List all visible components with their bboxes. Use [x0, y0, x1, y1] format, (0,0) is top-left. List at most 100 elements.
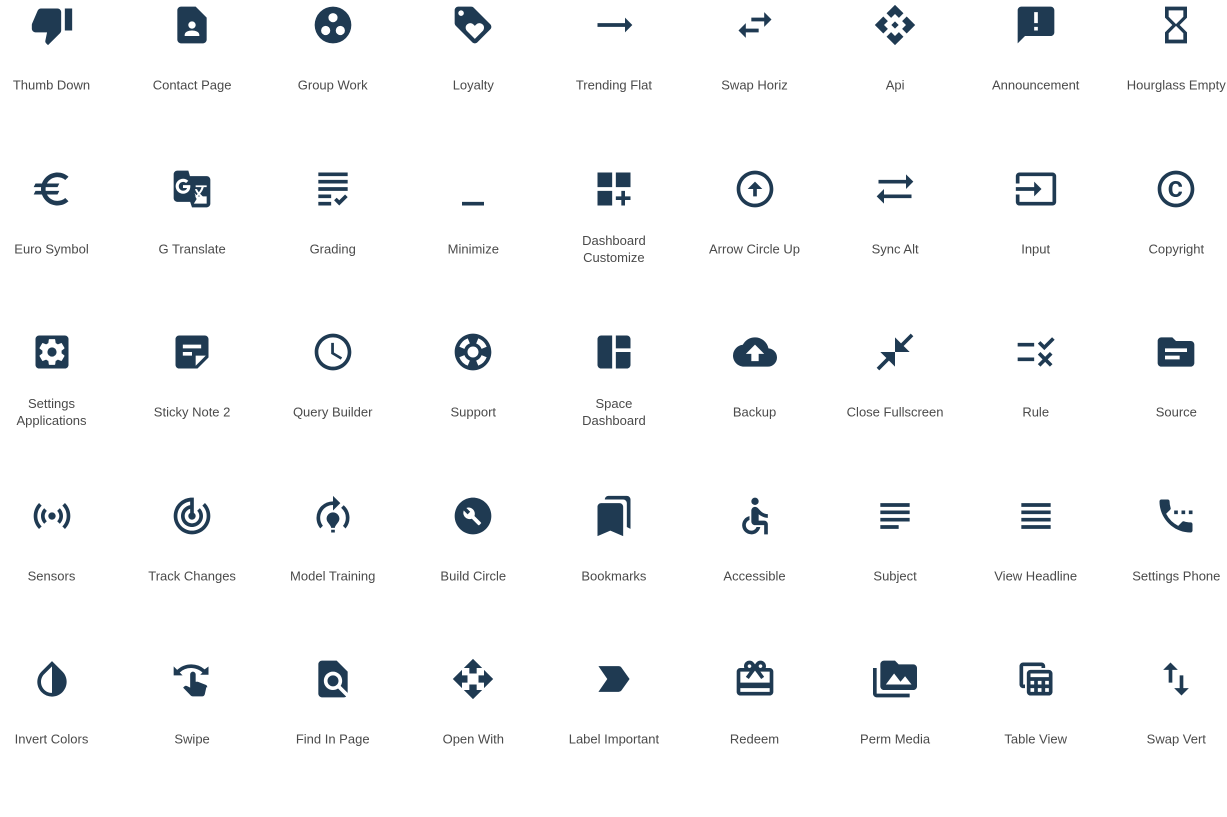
- icon-tile-copyright[interactable]: Copyright: [1106, 164, 1227, 327]
- icon-tile-redeem[interactable]: Redeem: [685, 654, 825, 817]
- icon-label: Build Circle: [440, 568, 507, 583]
- icon-tile-subject[interactable]: Subject: [825, 491, 965, 654]
- icon-tile-build-circle[interactable]: Build Circle: [403, 491, 543, 654]
- icon-label: Subject: [873, 568, 917, 583]
- icon-tile-group-work[interactable]: Group Work: [263, 0, 403, 163]
- icon-gallery-grid: Thumb Down Contact Page Group Work Loyalty T…: [0, 0, 1227, 751]
- icon-label: Table View: [1004, 731, 1067, 747]
- support-icon: [451, 330, 495, 374]
- icon-label: Contact Page: [152, 77, 232, 93]
- icon-tile-sensors[interactable]: Sensors: [0, 491, 122, 654]
- icon-label: Close Fullscreen: [846, 404, 944, 420]
- icon-tile-perm-media[interactable]: Perm Media: [825, 654, 965, 817]
- swipe-icon: [170, 657, 214, 701]
- icon-tile-contact-page[interactable]: Contact Page: [122, 0, 262, 163]
- grading-icon: [311, 167, 355, 211]
- icon-tile-swap-vert[interactable]: Swap Vert: [1106, 654, 1227, 817]
- icon-label: Label Important: [568, 731, 660, 747]
- icon-tile-bookmarks[interactable]: Bookmarks: [544, 491, 684, 654]
- icon-label: Backup: [732, 404, 777, 420]
- icon-tile-arrow-circle-up[interactable]: Arrow Circle Up: [685, 164, 825, 327]
- swap-vert-icon: [1154, 657, 1198, 701]
- redeem-icon: [733, 657, 777, 701]
- icon-label: Copyright: [1148, 241, 1205, 256]
- icon-tile-accessible[interactable]: Accessible: [685, 491, 825, 654]
- icon-tile-table-view[interactable]: Table View: [966, 654, 1106, 817]
- icon-label: Swap Vert: [1146, 731, 1206, 747]
- accessible-icon: [733, 494, 777, 538]
- icon-label: Group Work: [297, 77, 368, 93]
- icon-tile-query-builder[interactable]: Query Builder: [263, 327, 403, 490]
- icon-tile-support[interactable]: Support: [403, 327, 543, 490]
- icon-label: Thumb Down: [12, 77, 91, 93]
- icon-label: Announcement: [991, 77, 1080, 93]
- icon-tile-view-headline[interactable]: View Headline: [966, 491, 1106, 654]
- icon-label: Space Dashboard: [582, 396, 646, 428]
- icon-tile-close-fullscreen[interactable]: Close Fullscreen: [825, 327, 965, 490]
- icon-label: Arrow Circle Up: [708, 241, 800, 256]
- model-training-icon: [311, 494, 355, 538]
- settings-phone-icon: [1154, 494, 1198, 538]
- icon-label: Sensors: [27, 568, 76, 583]
- icon-tile-grading[interactable]: Grading: [263, 164, 403, 327]
- icon-tile-sync-alt[interactable]: Sync Alt: [825, 164, 965, 327]
- icon-tile-thumb-down[interactable]: Thumb Down: [0, 0, 122, 163]
- icon-label: G Translate: [158, 241, 226, 256]
- icon-tile-model-training[interactable]: Model Training: [263, 491, 403, 654]
- icon-tile-minimize[interactable]: Minimize: [403, 164, 543, 327]
- view-headline-icon: [1014, 494, 1058, 538]
- icon-tile-input[interactable]: Input: [966, 164, 1106, 327]
- icon-tile-api[interactable]: Api: [825, 0, 965, 163]
- icon-tile-space-dashboard[interactable]: Space Dashboard: [544, 327, 684, 490]
- icon-label: Loyalty: [452, 77, 494, 93]
- open-with-icon: [451, 657, 495, 701]
- sensors-icon: [30, 494, 74, 538]
- close-fullscreen-icon: [873, 330, 917, 374]
- icon-label: Minimize: [447, 241, 499, 256]
- icon-tile-invert-colors[interactable]: Invert Colors: [0, 654, 122, 817]
- icon-tile-dashboard-customize[interactable]: Dashboard Customize: [544, 164, 684, 327]
- icon-tile-rule[interactable]: Rule: [966, 327, 1106, 490]
- g-translate-icon: [170, 167, 214, 211]
- settings-applications-icon: [30, 330, 74, 374]
- icon-tile-sticky-note-2[interactable]: Sticky Note 2: [122, 327, 262, 490]
- dashboard-customize-icon: [592, 167, 636, 211]
- icon-label: Rule: [1022, 404, 1050, 420]
- icon-tile-label-important[interactable]: Label Important: [544, 654, 684, 817]
- icon-tile-settings-applications[interactable]: Settings Applications: [0, 327, 122, 490]
- icon-label: Model Training: [290, 568, 376, 583]
- icon-tile-source[interactable]: Source: [1106, 327, 1227, 490]
- loyalty-icon: [451, 3, 495, 47]
- icon-label: Euro Symbol: [14, 241, 89, 256]
- icon-tile-track-changes[interactable]: Track Changes: [122, 491, 262, 654]
- icon-label: Support: [450, 404, 497, 420]
- swap-horiz-icon: [733, 3, 777, 47]
- group-work-icon: [311, 3, 355, 47]
- icon-tile-hourglass-empty[interactable]: Hourglass Empty: [1106, 0, 1227, 163]
- icon-tile-trending-flat[interactable]: Trending Flat: [544, 0, 684, 163]
- icon-tile-settings-phone[interactable]: Settings Phone: [1106, 491, 1227, 654]
- icon-tile-g-translate[interactable]: G Translate: [122, 164, 262, 327]
- copyright-icon: [1154, 167, 1198, 211]
- api-icon: [873, 3, 917, 47]
- icon-tile-swap-horiz[interactable]: Swap Horiz: [685, 0, 825, 163]
- icon-tile-find-in-page[interactable]: Find In Page: [263, 654, 403, 817]
- arrow-circle-up-icon: [733, 167, 777, 211]
- icon-label: Hourglass Empty: [1126, 77, 1226, 93]
- icon-label: Query Builder: [292, 404, 373, 420]
- icon-tile-loyalty[interactable]: Loyalty: [403, 0, 543, 163]
- icon-label: Redeem: [729, 731, 780, 747]
- icon-label: Settings Phone: [1132, 568, 1221, 583]
- icon-label: Input: [1021, 241, 1051, 256]
- icon-label: Settings Applications: [16, 396, 87, 428]
- icon-label: Sticky Note 2: [153, 404, 231, 420]
- icon-tile-euro-symbol[interactable]: Euro Symbol: [0, 164, 122, 327]
- icon-label: View Headline: [994, 568, 1078, 583]
- icon-label: Api: [885, 77, 905, 93]
- icon-tile-backup[interactable]: Backup: [685, 327, 825, 490]
- sticky-note-2-icon: [170, 330, 214, 374]
- icon-tile-open-with[interactable]: Open With: [403, 654, 543, 817]
- icon-tile-announcement[interactable]: Announcement: [966, 0, 1106, 163]
- source-icon: [1154, 330, 1198, 374]
- icon-tile-swipe[interactable]: Swipe: [122, 654, 262, 817]
